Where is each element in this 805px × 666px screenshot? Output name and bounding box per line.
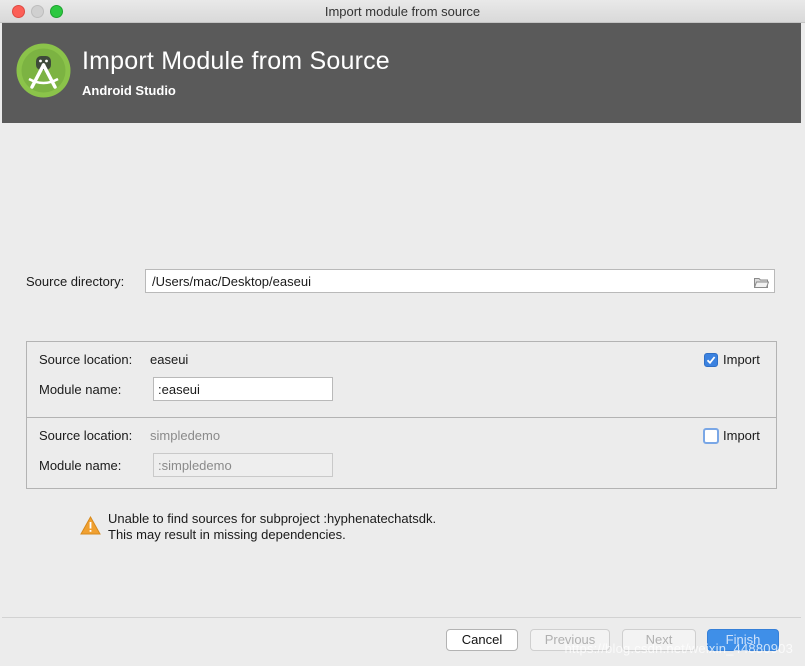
- module-1-import-checkbox[interactable]: [704, 353, 718, 367]
- module-2-location-value: simpledemo: [150, 428, 221, 443]
- finish-button[interactable]: Finish: [707, 629, 779, 651]
- module-1-name-input[interactable]: :easeui: [153, 377, 333, 401]
- window-titlebar: Import module from source: [0, 0, 805, 23]
- module-1-name-label: Module name:: [39, 382, 122, 397]
- wizard-header: Import Module from Source Android Studio: [2, 23, 801, 123]
- module-2-import-label[interactable]: Import: [723, 428, 760, 443]
- warning-line-1: Unable to find sources for subproject :h…: [108, 511, 437, 526]
- module-1-name-value: :easeui: [158, 382, 200, 397]
- module-2-location-label: Source location:: [39, 428, 133, 443]
- wizard-subtitle: Android Studio: [82, 83, 176, 98]
- next-button[interactable]: Next: [622, 629, 696, 651]
- source-directory-value: /Users/mac/Desktop/easeui: [152, 274, 311, 289]
- module-2-name-label: Module name:: [39, 458, 122, 473]
- module-2-name-input[interactable]: :simpledemo: [153, 453, 333, 477]
- previous-button[interactable]: Previous: [530, 629, 610, 651]
- window-title: Import module from source: [324, 4, 481, 19]
- module-2-import-checkbox[interactable]: [703, 428, 719, 444]
- module-1-import-label[interactable]: Import: [723, 352, 760, 367]
- wizard-footer: Cancel Previous Next Finish https://blog…: [2, 617, 801, 666]
- folder-open-icon[interactable]: [753, 276, 770, 288]
- wizard-title: Import Module from Source: [82, 47, 390, 75]
- wizard-content: Source directory: /Users/mac/Desktop/eas…: [2, 123, 801, 617]
- source-directory-field[interactable]: /Users/mac/Desktop/easeui: [145, 269, 775, 293]
- warning-message: Unable to find sources for subproject :h…: [108, 511, 436, 543]
- warning-line-2: This may result in missing dependencies.: [108, 527, 346, 542]
- android-studio-logo-icon: [16, 43, 71, 98]
- source-directory-label: Source directory:: [26, 274, 125, 289]
- module-separator: [27, 417, 776, 418]
- module-1-location-label: Source location:: [39, 352, 133, 367]
- cancel-button[interactable]: Cancel: [446, 629, 518, 651]
- module-1-location-value: easeui: [150, 352, 189, 367]
- module-2-name-value: :simpledemo: [158, 458, 232, 473]
- warning-icon: [80, 515, 101, 535]
- modules-list: Source location: easeui Module name: :ea…: [26, 341, 777, 489]
